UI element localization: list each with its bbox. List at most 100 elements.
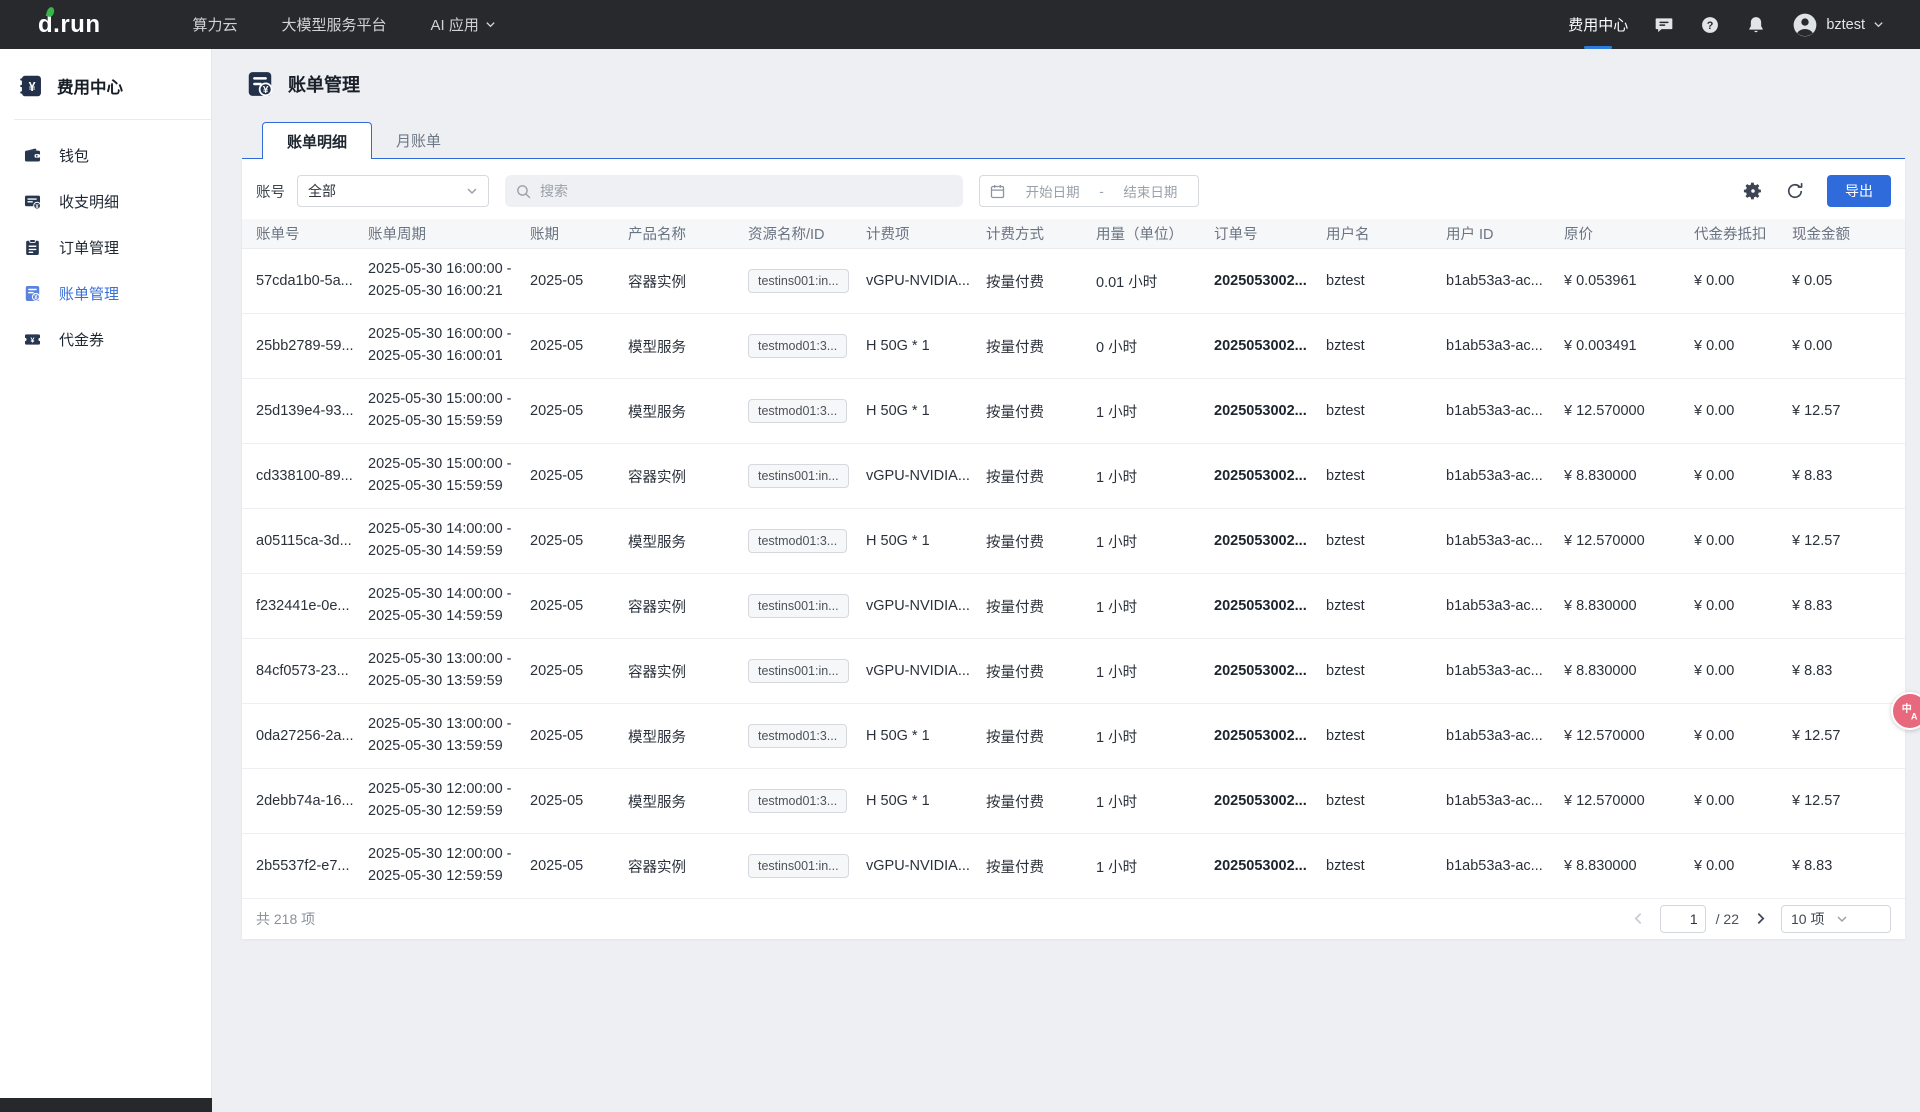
period-end: 2025-05-30 13:59:59 [368,736,522,758]
resource-chip[interactable]: testins001:in... [748,854,849,878]
nav-link-llm-platform[interactable]: 大模型服务平台 [282,0,387,49]
cell-usage: 1 小时 [1096,856,1214,877]
cell-billing-item: H 50G * 1 [866,728,986,744]
cell-billing-item: vGPU-NVIDIA... [866,468,986,484]
cell-cash-amount: ¥ 12.57 [1792,793,1891,809]
account-select-value: 全部 [308,181,466,201]
table-row[interactable]: f232441e-0e... 2025-05-30 14:00:00 - 202… [242,574,1905,639]
cell-username: bztest [1326,273,1446,289]
cell-order-no[interactable]: 2025053002... [1214,598,1326,614]
nav-link-compute-cloud[interactable]: 算力云 [193,0,238,49]
account-select[interactable]: 全部 [297,175,489,207]
nav-link-ai-apps[interactable]: AI 应用 [431,0,496,49]
period-end: 2025-05-30 12:59:59 [368,866,522,888]
cell-order-no[interactable]: 2025053002... [1214,273,1326,289]
search-input[interactable] [540,183,953,199]
resource-chip[interactable]: testmod01:3... [748,399,847,423]
cell-order-no[interactable]: 2025053002... [1214,793,1326,809]
cell-billing-mode: 按量付费 [986,856,1096,877]
column-header: 账期 [530,223,628,244]
start-date-placeholder: 开始日期 [1014,181,1091,201]
sidebar-item-orders[interactable]: 订单管理 [0,224,211,270]
help-icon[interactable]: ? [1700,15,1720,35]
cell-order-no[interactable]: 2025053002... [1214,338,1326,354]
cell-username: bztest [1326,598,1446,614]
cell-billing-item: vGPU-NVIDIA... [866,598,986,614]
cell-order-no[interactable]: 2025053002... [1214,468,1326,484]
period-start: 2025-05-30 13:00:00 - [368,714,522,736]
refresh-icon[interactable] [1785,181,1805,201]
drun-logo[interactable]: d.run [38,11,101,39]
resource-chip[interactable]: testins001:in... [748,659,849,683]
cell-bill-id: 84cf0573-23... [256,663,368,679]
cell-bill-id: 57cda1b0-5a... [256,273,368,289]
cell-billing-mode: 按量付费 [986,271,1096,292]
table-row[interactable]: 0da27256-2a... 2025-05-30 13:00:00 - 202… [242,704,1905,769]
cell-usage: 0 小时 [1096,336,1214,357]
column-header: 产品名称 [628,223,748,244]
bills-icon: ¥ [23,284,42,303]
page-number-input[interactable] [1660,905,1706,933]
user-menu[interactable]: bztest [1792,12,1884,38]
cell-product-name: 容器实例 [628,466,748,487]
prev-page-icon[interactable] [1628,908,1650,930]
table-row[interactable]: 2debb74a-16... 2025-05-30 12:00:00 - 202… [242,769,1905,834]
cell-user-id: b1ab53a3-ac... [1446,728,1564,744]
tab-bill-details[interactable]: 账单明细 [262,122,372,159]
resource-chip[interactable]: testmod01:3... [748,334,847,358]
resource-chip[interactable]: testins001:in... [748,464,849,488]
resource-chip[interactable]: testins001:in... [748,269,849,293]
cell-billing-period: 2025-05-30 16:00:00 - 2025-05-30 16:00:2… [368,259,530,303]
date-range-picker[interactable]: 开始日期 - 结束日期 [979,175,1199,207]
end-date-placeholder: 结束日期 [1112,181,1189,201]
resource-chip[interactable]: testmod01:3... [748,724,847,748]
table-row[interactable]: 25bb2789-59... 2025-05-30 16:00:00 - 202… [242,314,1905,379]
cell-billing-month: 2025-05 [530,533,628,549]
sidebar-item-wallet[interactable]: 钱包 [0,132,211,178]
cell-bill-id: f232441e-0e... [256,598,368,614]
sidebar-item-bills[interactable]: ¥ 账单管理 [0,270,211,316]
table-row[interactable]: a05115ca-3d... 2025-05-30 14:00:00 - 202… [242,509,1905,574]
cell-billing-month: 2025-05 [530,403,628,419]
table-row[interactable]: 2b5537f2-e7... 2025-05-30 12:00:00 - 202… [242,834,1905,899]
period-end: 2025-05-30 13:59:59 [368,671,522,693]
export-button[interactable]: 导出 [1827,175,1891,207]
sidebar-item-transactions[interactable]: ¥ 收支明细 [0,178,211,224]
cell-order-no[interactable]: 2025053002... [1214,728,1326,744]
cell-order-no[interactable]: 2025053002... [1214,403,1326,419]
resource-chip[interactable]: testins001:in... [748,594,849,618]
cell-user-id: b1ab53a3-ac... [1446,533,1564,549]
resource-chip[interactable]: testmod01:3... [748,789,847,813]
cell-original-price: ¥ 12.570000 [1564,403,1694,419]
cell-username: bztest [1326,403,1446,419]
cell-resource: testmod01:3... [748,789,866,813]
cell-billing-month: 2025-05 [530,663,628,679]
cell-order-no[interactable]: 2025053002... [1214,858,1326,874]
cell-resource: testmod01:3... [748,529,866,553]
next-page-icon[interactable] [1749,908,1771,930]
table-row[interactable]: 84cf0573-23... 2025-05-30 13:00:00 - 202… [242,639,1905,704]
table-row[interactable]: 57cda1b0-5a... 2025-05-30 16:00:00 - 202… [242,249,1905,314]
cell-bill-id: cd338100-89... [256,468,368,484]
table-row[interactable]: cd338100-89... 2025-05-30 15:00:00 - 202… [242,444,1905,509]
cell-billing-period: 2025-05-30 16:00:00 - 2025-05-30 16:00:0… [368,324,530,368]
nav-link-billing-center[interactable]: 费用中心 [1568,0,1628,49]
tab-monthly-bills[interactable]: 月账单 [372,122,465,159]
table-row[interactable]: 25d139e4-93... 2025-05-30 15:00:00 - 202… [242,379,1905,444]
sidebar-item-vouchers[interactable]: ¥ 代金券 [0,316,211,362]
cell-order-no[interactable]: 2025053002... [1214,533,1326,549]
page-size-select[interactable]: 10 项 [1781,905,1891,933]
cell-resource: testins001:in... [748,269,866,293]
bell-icon[interactable] [1746,15,1766,35]
period-start: 2025-05-30 12:00:00 - [368,779,522,801]
cell-username: bztest [1326,533,1446,549]
cell-voucher-deduction: ¥ 0.00 [1694,793,1792,809]
content-card: 账号 全部 开始日期 - 结束日期 [242,159,1905,939]
settings-gear-icon[interactable] [1743,181,1763,201]
cell-username: bztest [1326,663,1446,679]
cell-order-no[interactable]: 2025053002... [1214,663,1326,679]
cell-resource: testins001:in... [748,464,866,488]
resource-chip[interactable]: testmod01:3... [748,529,847,553]
message-icon[interactable] [1654,15,1674,35]
cell-username: bztest [1326,728,1446,744]
